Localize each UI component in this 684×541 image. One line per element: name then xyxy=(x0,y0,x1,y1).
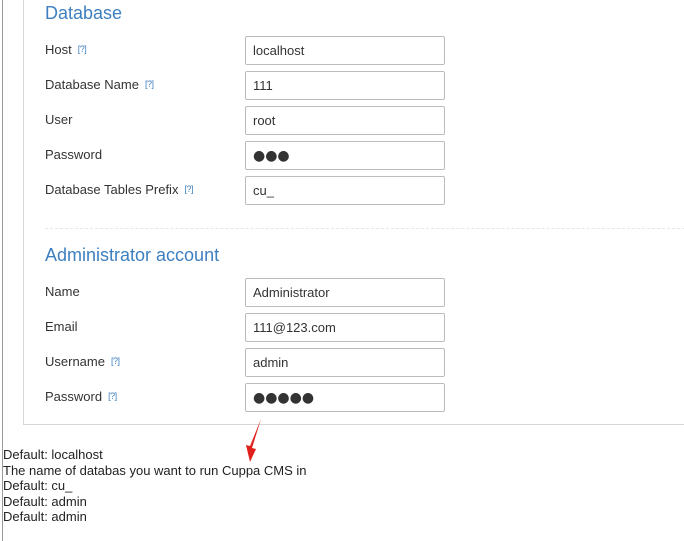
database-name-input[interactable] xyxy=(245,71,445,100)
host-label: Host [?] xyxy=(45,42,87,57)
tables-prefix-help-icon[interactable]: [?] xyxy=(184,184,193,194)
username-help-icon[interactable]: [?] xyxy=(111,356,120,366)
default-line: Default: localhost xyxy=(3,447,103,462)
user-input[interactable] xyxy=(245,106,445,135)
database-name-help-icon[interactable]: [?] xyxy=(145,79,154,89)
section-divider xyxy=(45,228,684,229)
database-name-row: Database Name [?] xyxy=(45,71,455,100)
admin-section-title: Administrator account xyxy=(45,245,220,265)
database-section-title: Database xyxy=(45,3,123,23)
admin-password-input[interactable] xyxy=(245,383,445,412)
install-form-panel: Database Host[?] Database Name[?] User P… xyxy=(23,0,684,425)
username-row: Username [?] xyxy=(45,348,455,377)
tables-prefix-input[interactable] xyxy=(245,176,445,205)
admin-password-label: Password [?] xyxy=(45,389,117,404)
default-line: The name of databas you want to run Cupp… xyxy=(3,462,307,478)
admin-password-row: Password [?] xyxy=(45,383,455,412)
host-input[interactable] xyxy=(245,36,445,65)
user-label: User xyxy=(45,112,73,127)
username-label: Username [?] xyxy=(45,354,120,369)
admin-name-input[interactable] xyxy=(245,278,445,307)
db-password-label: Password xyxy=(45,147,103,162)
tables-prefix-label: Database Tables Prefix [?] xyxy=(45,182,193,197)
user-row: User xyxy=(45,106,455,135)
database-name-label: Database Name [?] xyxy=(45,77,154,92)
db-password-input[interactable] xyxy=(245,141,445,170)
default-line: Default: admin xyxy=(3,509,87,524)
username-input[interactable] xyxy=(245,348,445,377)
host-row: Host [?] xyxy=(45,36,455,65)
email-input[interactable] xyxy=(245,313,445,342)
email-label: Email xyxy=(45,319,78,334)
default-line: Default: admin xyxy=(3,493,87,509)
admin-password-help-icon[interactable]: [?] xyxy=(108,391,117,401)
default-values-output: Default: localhost The name of databas y… xyxy=(3,447,307,525)
admin-name-row: Name xyxy=(45,278,455,307)
db-password-row: Password xyxy=(45,141,455,170)
tables-prefix-row: Database Tables Prefix [?] xyxy=(45,176,455,205)
host-help-icon[interactable]: [?] xyxy=(78,44,87,54)
email-row: Email xyxy=(45,313,455,342)
default-line: Default: cu_ xyxy=(3,478,73,493)
admin-name-label: Name xyxy=(45,284,80,299)
installer-page: Database Host[?] Database Name[?] User P… xyxy=(0,0,684,541)
